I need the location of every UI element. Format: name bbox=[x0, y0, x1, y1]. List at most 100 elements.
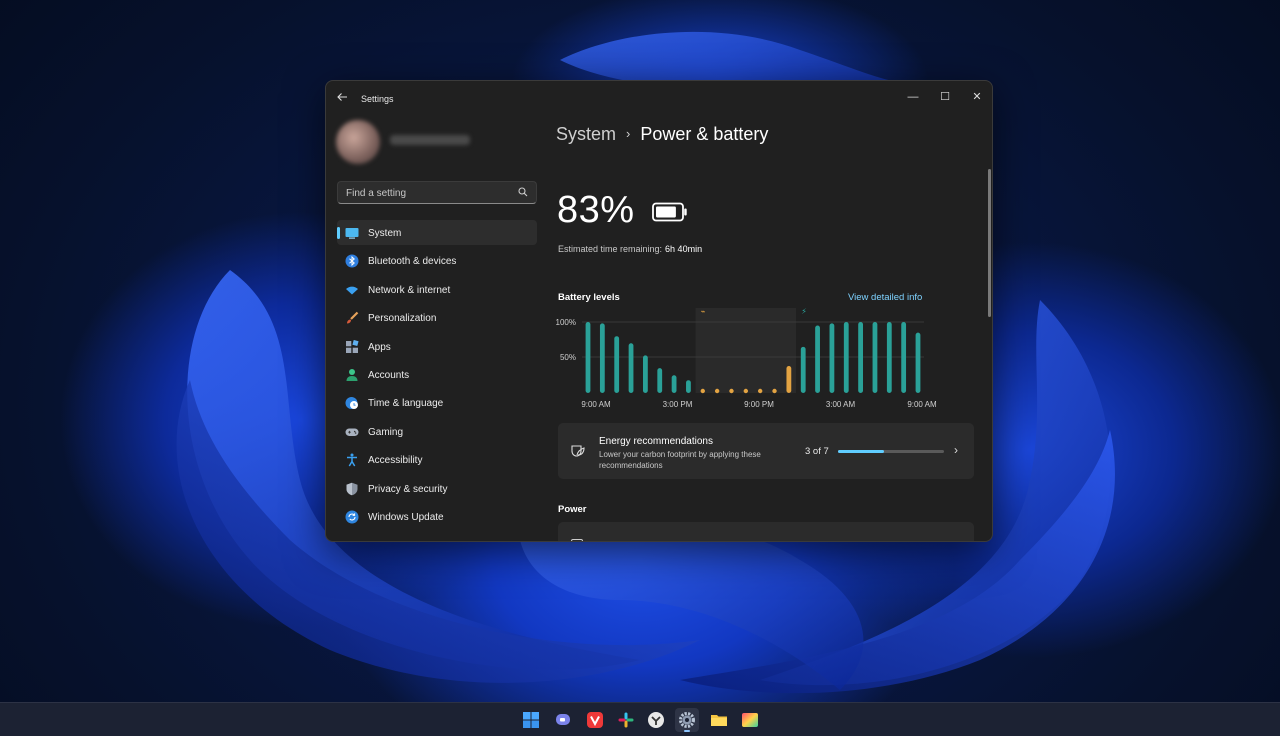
teams-chat-icon bbox=[556, 714, 570, 725]
search-icon[interactable] bbox=[518, 187, 528, 197]
chevron-right-icon[interactable]: › bbox=[954, 443, 958, 457]
sidebar-item-label: Accessibility bbox=[368, 455, 423, 467]
scrollbar[interactable] bbox=[988, 169, 991, 317]
chart-bar bbox=[743, 388, 749, 394]
taskbar-chat[interactable] bbox=[551, 708, 575, 732]
chart-xtick-label: 9:00 AM bbox=[907, 400, 937, 409]
sidebar-item-accounts[interactable]: Accounts bbox=[337, 362, 537, 387]
view-detailed-info-link[interactable]: View detailed info bbox=[848, 292, 922, 303]
taskbar-settings[interactable] bbox=[675, 708, 699, 732]
battery-levels-title: Battery levels bbox=[558, 292, 620, 303]
chart-bar bbox=[886, 322, 892, 393]
sidebar-item-privacy[interactable]: Privacy & security bbox=[337, 476, 537, 501]
search-box[interactable] bbox=[337, 181, 537, 204]
page-title: Power & battery bbox=[640, 124, 769, 144]
chart-bar bbox=[686, 380, 691, 393]
estimate-value: 6h 40min bbox=[665, 244, 703, 254]
breadcrumb-separator: › bbox=[626, 126, 631, 141]
chart-bar bbox=[714, 388, 720, 394]
chart-bar bbox=[829, 323, 835, 393]
taskbar-start[interactable] bbox=[519, 708, 543, 732]
window-title: Settings bbox=[361, 94, 394, 104]
charging-marker-icon: ⚡ bbox=[801, 307, 807, 316]
close-button[interactable]: ✕ bbox=[963, 86, 991, 108]
chart-bar bbox=[772, 388, 777, 394]
taskbar-vivaldi[interactable] bbox=[583, 708, 607, 732]
chart-bar bbox=[843, 322, 849, 393]
energy-subtitle: Lower your carbon footprint by applying … bbox=[599, 450, 761, 470]
chart-bar bbox=[599, 323, 605, 393]
vivaldi-icon bbox=[587, 712, 603, 728]
energy-recommendations-card[interactable]: Energy recommendations Lower your carbon… bbox=[558, 423, 974, 479]
breadcrumb: System › Power & battery bbox=[556, 124, 768, 145]
sidebar-item-accessibility[interactable]: Accessibility bbox=[337, 447, 537, 472]
power-section-title: Power bbox=[558, 504, 587, 515]
wifi-icon bbox=[346, 286, 358, 295]
chart-bar bbox=[700, 388, 705, 394]
energy-title: Energy recommendations bbox=[599, 436, 713, 447]
estimated-time: Estimated time remaining: 6h 40min bbox=[558, 244, 702, 254]
sidebar-item-label: Windows Update bbox=[368, 511, 444, 523]
chart-bar bbox=[614, 336, 620, 393]
chart-xtick-label: 9:00 AM bbox=[581, 400, 611, 409]
maximize-button[interactable]: ☐ bbox=[931, 86, 959, 108]
taskbar-app[interactable] bbox=[644, 708, 668, 732]
sidebar-nav: System Bluetooth & devices Network & int… bbox=[337, 220, 537, 532]
chart-bar bbox=[628, 343, 634, 393]
chart-xtick-label: 3:00 PM bbox=[663, 400, 693, 409]
brush-icon bbox=[347, 311, 359, 324]
sidebar-item-windows-update[interactable]: Windows Update bbox=[337, 504, 537, 529]
chart-ytick-label: 100% bbox=[556, 318, 576, 327]
sidebar-item-gaming[interactable]: Gaming bbox=[337, 419, 537, 444]
chart-bar bbox=[915, 332, 921, 393]
power-mode-card[interactable] bbox=[558, 522, 974, 541]
chart-shaded-region bbox=[695, 308, 797, 393]
energy-progress-bar bbox=[838, 450, 944, 453]
apps-icon bbox=[346, 339, 359, 353]
person-icon bbox=[346, 368, 358, 381]
taskbar-color-app[interactable] bbox=[738, 708, 762, 732]
chart-bar bbox=[757, 388, 763, 394]
taskbar-file-explorer[interactable] bbox=[707, 708, 731, 732]
battery-icon bbox=[652, 202, 687, 222]
chart-bar bbox=[729, 388, 734, 394]
profile-name-blurred bbox=[390, 135, 470, 145]
energy-progress-fill bbox=[838, 450, 884, 453]
battery-percentage: 83% bbox=[557, 189, 635, 231]
power-mode-icon bbox=[571, 539, 583, 541]
sidebar-item-network[interactable]: Network & internet bbox=[337, 277, 537, 302]
chart-ytick-label: 50% bbox=[560, 353, 576, 362]
taskbar-slack[interactable] bbox=[614, 708, 638, 732]
app-icon bbox=[648, 712, 664, 728]
taskbar bbox=[0, 702, 1280, 736]
chart-xtick-label: 3:00 AM bbox=[826, 400, 856, 409]
chart-bar bbox=[585, 322, 591, 393]
chart-bar bbox=[642, 355, 648, 393]
leaf-heart-icon bbox=[571, 445, 585, 457]
breadcrumb-parent[interactable]: System bbox=[556, 124, 616, 144]
sidebar-item-personalization[interactable]: Personalization bbox=[337, 305, 537, 330]
settings-window: Settings — ☐ ✕ System Bluetooth & device… bbox=[325, 80, 993, 542]
sidebar-item-apps[interactable]: Apps bbox=[337, 334, 537, 359]
estimate-label: Estimated time remaining: bbox=[558, 244, 663, 254]
chart-bar bbox=[872, 322, 878, 393]
accessibility-icon bbox=[347, 453, 357, 467]
slack-icon bbox=[618, 712, 634, 728]
sidebar-item-label: Personalization bbox=[368, 313, 437, 325]
color-app-icon bbox=[742, 713, 758, 727]
sidebar-item-bluetooth[interactable]: Bluetooth & devices bbox=[337, 248, 537, 273]
globe-clock-icon bbox=[345, 397, 358, 410]
gamepad-icon bbox=[345, 428, 359, 436]
active-indicator bbox=[684, 730, 690, 732]
sidebar-item-label: Bluetooth & devices bbox=[368, 256, 457, 268]
back-arrow-icon[interactable] bbox=[336, 91, 350, 105]
search-input[interactable] bbox=[346, 186, 516, 200]
battery-levels-chart: 100% 50% ⌁ ⚡ 9:00 AM 3:00 PM 9:00 PM 3:00 AM 9:0… bbox=[556, 307, 937, 409]
sidebar-item-system[interactable]: System bbox=[337, 220, 537, 245]
title-bar: Settings — ☐ ✕ bbox=[326, 81, 992, 115]
file-explorer-icon bbox=[711, 715, 727, 726]
chart-bar bbox=[786, 366, 792, 393]
sidebar-item-time-language[interactable]: Time & language bbox=[337, 390, 537, 415]
sidebar-item-label: Accounts bbox=[368, 369, 410, 381]
minimize-button[interactable]: — bbox=[899, 86, 927, 108]
